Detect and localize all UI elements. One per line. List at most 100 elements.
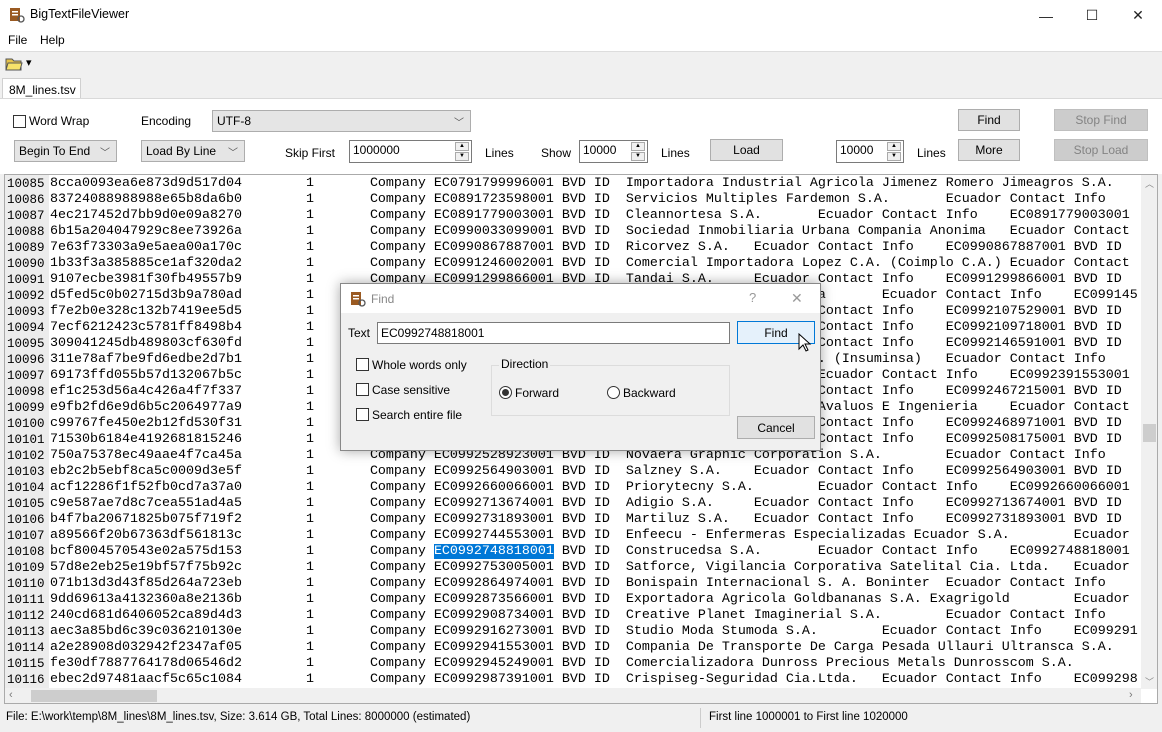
line-number: 10110 xyxy=(7,577,45,591)
window-title: BigTextFileViewer xyxy=(30,7,130,21)
cancel-button[interactable]: Cancel xyxy=(737,416,815,439)
vertical-scroll-thumb[interactable] xyxy=(1143,424,1156,442)
line-text: acf12286f1f52fb0cd7a37a0 1 Company EC099… xyxy=(50,480,1130,495)
line-number: 10112 xyxy=(7,609,45,623)
text-line[interactable]: 10088 6b15a204047929c8ee73926a 1 Company … xyxy=(5,224,1141,240)
horizontal-scroll-thumb[interactable] xyxy=(31,690,157,702)
scroll-down-icon[interactable]: ﹀ xyxy=(1145,675,1154,688)
text-line[interactable]: 10114 a2e28908d032942f2347af05 1 Company … xyxy=(5,640,1141,656)
encoding-select[interactable]: UTF-8 ﹀ xyxy=(212,110,471,132)
folder-open-icon[interactable] xyxy=(5,57,23,71)
line-text: 1b33f3a385885ce1af320da2 1 Company EC099… xyxy=(50,256,1130,271)
line-number: 10100 xyxy=(7,417,45,431)
load-button[interactable]: Load xyxy=(710,139,783,161)
read-direction-select[interactable]: Begin To End ﹀ xyxy=(14,140,117,162)
more-lines-input[interactable]: 10000 ▲ ▼ xyxy=(836,140,904,163)
spin-up-icon[interactable]: ▲ xyxy=(455,142,469,151)
text-line[interactable]: 10115 fe30df7887764178d06546d2 1 Company … xyxy=(5,656,1141,672)
spin-down-icon[interactable]: ▼ xyxy=(887,152,901,161)
encoding-label: Encoding xyxy=(141,114,192,128)
skip-first-value: 1000000 xyxy=(353,143,400,157)
status-range-info: First line 1000001 to First line 1020000 xyxy=(709,711,908,723)
vertical-scrollbar[interactable]: ︿ ﹀ xyxy=(1141,175,1157,689)
text-line[interactable]: 10116 ebec2d97481aacf5c65c1084 1 Company … xyxy=(5,672,1141,688)
text-line[interactable]: 10103 eb2c2b5ebf8ca5c0009d3e5f 1 Company … xyxy=(5,464,1141,480)
line-text: 57d8e2eb25e19bf57f75b92c 1 Company EC099… xyxy=(50,560,1130,575)
text-line[interactable]: 10105 c9e587ae7d8c7cea551ad4a5 1 Company … xyxy=(5,496,1141,512)
app-icon xyxy=(351,292,366,307)
spin-up-icon[interactable]: ▲ xyxy=(631,142,645,151)
skip-first-input[interactable]: 1000000 ▲ ▼ xyxy=(349,140,472,163)
scroll-right-icon[interactable]: › xyxy=(1129,689,1133,701)
case-sensitive-checkbox[interactable] xyxy=(356,383,369,396)
search-entire-checkbox[interactable] xyxy=(356,408,369,421)
status-bar: File: E:\work\temp\8M_lines\8M_lines.tsv… xyxy=(0,708,1162,728)
more-button[interactable]: More xyxy=(958,139,1020,161)
text-line[interactable]: 10104 acf12286f1f52fb0cd7a37a0 1 Company … xyxy=(5,480,1141,496)
text-line[interactable]: 10089 7e63f73303a9e5aea00a170c 1 Company … xyxy=(5,240,1141,256)
spin-down-icon[interactable]: ▼ xyxy=(455,152,469,161)
find-button[interactable]: Find xyxy=(958,109,1020,131)
line-number: 10093 xyxy=(7,305,45,319)
line-number: 10090 xyxy=(7,257,45,271)
find-text-input[interactable]: EC0992748818001 xyxy=(377,322,730,344)
line-text: 4ec217452d7bb9d0e09a8270 1 Company EC089… xyxy=(50,208,1130,223)
tab-8m-lines[interactable]: 8M_lines.tsv xyxy=(2,78,81,100)
line-number: 10103 xyxy=(7,465,45,479)
more-lines-value: 10000 xyxy=(840,143,874,157)
mouse-cursor-icon xyxy=(798,333,812,352)
text-line[interactable]: 10087 4ec217452d7bb9d0e09a8270 1 Company … xyxy=(5,208,1141,224)
forward-radio[interactable] xyxy=(499,386,512,399)
line-text: fe30df7887764178d06546d2 1 Company EC099… xyxy=(50,656,1074,671)
load-mode-select[interactable]: Load By Line ﹀ xyxy=(141,140,245,162)
line-number: 10089 xyxy=(7,241,45,255)
text-line[interactable]: 10109 57d8e2eb25e19bf57f75b92c 1 Company … xyxy=(5,560,1141,576)
line-text: 6b15a204047929c8ee73926a 1 Company EC099… xyxy=(50,224,1130,239)
show-lines-value: 10000 xyxy=(583,143,617,157)
spin-down-icon[interactable]: ▼ xyxy=(631,152,645,161)
text-line[interactable]: 10111 9dd69613a4132360a8e2136b 1 Company … xyxy=(5,592,1141,608)
line-number: 10088 xyxy=(7,225,45,239)
find-text-label: Text xyxy=(348,326,371,340)
stop-find-button[interactable]: Stop Find xyxy=(1054,109,1148,131)
line-text: 9dd69613a4132360a8e2136b 1 Company EC099… xyxy=(50,592,1130,607)
scroll-up-icon[interactable]: ︿ xyxy=(1145,177,1154,190)
word-wrap-label: Word Wrap xyxy=(29,114,90,128)
text-line[interactable]: 10110 071b13d3d43f85d264a723eb 1 Company … xyxy=(5,576,1141,592)
text-line[interactable]: 10085 8cca0093ea6e873d9d517d04 1 Company … xyxy=(5,176,1141,192)
show-lines-input[interactable]: 10000 ▲ ▼ xyxy=(579,140,648,163)
status-divider xyxy=(700,708,701,728)
line-text: bcf8004570543e02a575d153 1 Company EC099… xyxy=(50,544,1130,560)
line-number: 10087 xyxy=(7,209,45,223)
stop-load-button[interactable]: Stop Load xyxy=(1054,139,1148,161)
minimize-button[interactable]: — xyxy=(1023,0,1069,31)
line-number: 10106 xyxy=(7,513,45,527)
text-line[interactable]: 10113 aec3a85bd6c39c036210130e 1 Company … xyxy=(5,624,1141,640)
search-entire-label: Search entire file xyxy=(372,408,463,422)
backward-label: Backward xyxy=(623,386,676,400)
spin-up-icon[interactable]: ▲ xyxy=(887,142,901,151)
text-line[interactable]: 10112 240cd681d6406052ca89d4d3 1 Company … xyxy=(5,608,1141,624)
open-dropdown-icon[interactable]: ▾ xyxy=(26,56,32,69)
backward-radio[interactable] xyxy=(607,386,620,399)
text-line[interactable]: 10106 b4f7ba20671825b075f719f2 1 Company … xyxy=(5,512,1141,528)
whole-words-checkbox[interactable] xyxy=(356,358,369,371)
text-line[interactable]: 10107 a89566f20b67363df561813c 1 Company … xyxy=(5,528,1141,544)
text-line[interactable]: 10090 1b33f3a385885ce1af320da2 1 Company … xyxy=(5,256,1141,272)
scroll-left-icon[interactable]: ‹ xyxy=(9,689,13,701)
text-line[interactable]: 10086 83724088988988e65b8da6b0 1 Company … xyxy=(5,192,1141,208)
text-line[interactable]: 10108 bcf8004570543e02a575d153 1 Company … xyxy=(5,544,1141,560)
chevron-down-icon: ﹀ xyxy=(100,148,110,159)
word-wrap-checkbox[interactable] xyxy=(13,115,26,128)
help-button[interactable]: ? xyxy=(749,290,756,305)
horizontal-scrollbar[interactable]: ‹ › xyxy=(5,688,1141,703)
direction-label: Direction xyxy=(499,357,551,371)
maximize-button[interactable]: ☐ xyxy=(1069,0,1115,31)
menu-help[interactable]: Help xyxy=(40,33,65,47)
app-icon xyxy=(10,8,25,23)
close-button[interactable]: ✕ xyxy=(1115,0,1161,31)
load-mode-value: Load By Line xyxy=(146,144,217,158)
status-file-info: File: E:\work\temp\8M_lines\8M_lines.tsv… xyxy=(6,711,471,723)
menu-file[interactable]: File xyxy=(8,33,27,47)
dialog-close-button[interactable]: ✕ xyxy=(791,290,803,307)
